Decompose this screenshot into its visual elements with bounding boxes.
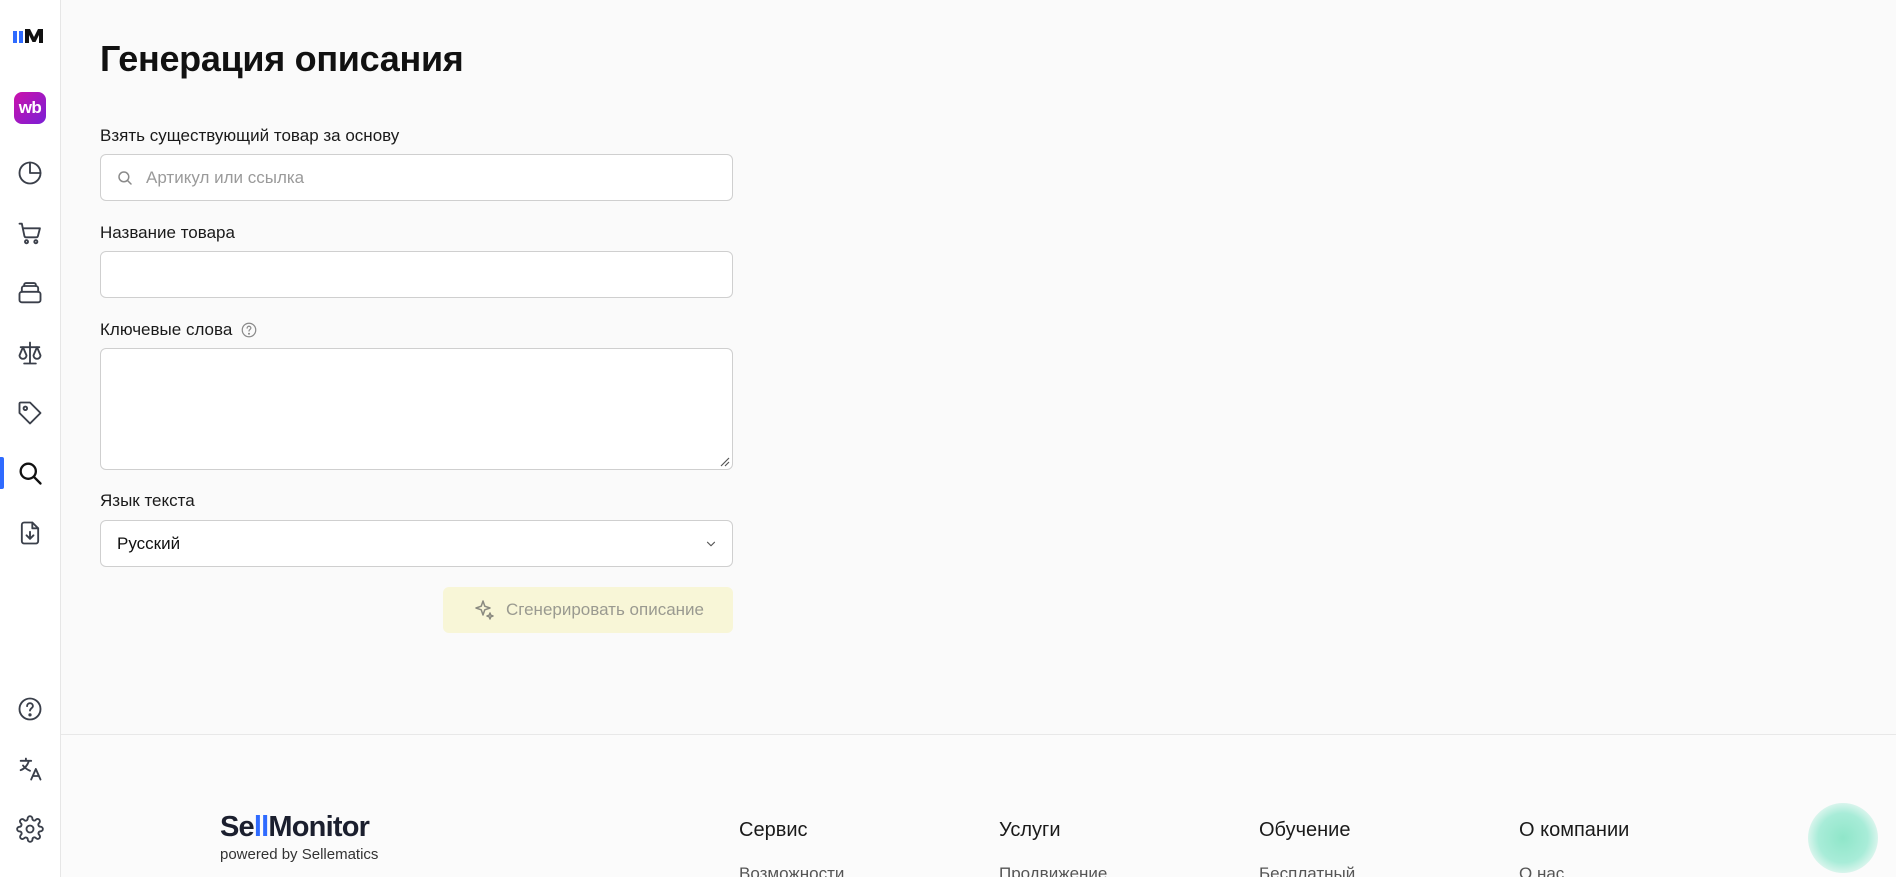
product-name-label-text: Название товара [100,223,235,242]
footer-column-learning: Обучение Бесплатный [1259,819,1355,877]
base-product-label: Взять существующий товар за основу [100,126,399,146]
footer-heading: Обучение [1259,819,1351,841]
keywords-field [100,348,733,470]
language-label: Язык текста [100,491,195,511]
tag-icon[interactable] [0,393,60,433]
base-product-input[interactable] [101,155,732,200]
footer-heading: Услуги [999,819,1061,841]
chevron-down-icon [706,541,716,547]
inventory-icon[interactable] [0,273,60,313]
file-download-icon[interactable] [0,513,60,553]
language-select[interactable]: Русский [100,520,733,567]
keywords-label-text: Ключевые слова [100,320,233,339]
help-circle-icon[interactable] [0,689,60,729]
chat-widget-button[interactable] [1808,803,1878,873]
footer-link[interactable]: О нас [1519,864,1629,877]
keywords-textarea[interactable] [101,349,732,469]
page-title: Генерация описания [100,38,464,79]
language-label-text: Язык текста [100,491,195,510]
base-product-label-text: Взять существующий товар за основу [100,126,400,145]
cart-icon[interactable] [0,213,60,253]
sparkle-icon [475,600,494,620]
base-product-search [100,154,733,201]
scales-icon[interactable] [0,333,60,373]
sellmonitor-wordmark: SellMonitor [220,811,370,843]
wb-badge: wb [14,92,46,124]
search-icon [118,171,132,185]
footer: SellMonitor powered by Sellematics Серви… [61,734,1896,877]
language-selected-value: Русский [117,533,181,553]
footer-logo[interactable]: SellMonitor powered by Sellematics [220,811,379,864]
powered-by-text: powered by Sellematics [220,846,379,863]
footer-heading: Сервис [739,819,808,841]
footer-link[interactable]: Продвижение [999,864,1107,877]
footer-link[interactable]: Бесплатный [1259,864,1355,877]
sidebar: wb [0,0,61,877]
resize-grip-icon[interactable] [718,455,730,467]
footer-link[interactable]: Возможности [739,864,844,877]
help-circle-icon[interactable] [240,321,258,339]
footer-column-services: Услуги Продвижение [999,819,1107,877]
main-content: Генерация описания Взять существующий то… [61,0,1896,734]
generate-description-button[interactable]: Сгенерировать описание [443,587,733,633]
search-icon[interactable] [0,453,60,493]
footer-column-service: Сервис Возможности [739,819,844,877]
product-name-input[interactable] [101,252,732,297]
footer-column-company: О компании О нас [1519,819,1629,877]
gear-icon[interactable] [0,809,60,849]
generate-button-label: Сгенерировать описание [506,600,704,619]
product-name-label: Название товара [100,223,235,243]
footer-heading: О компании [1519,819,1630,841]
product-name-field [100,251,733,298]
sellmonitor-logo-icon[interactable] [0,16,60,56]
keywords-label: Ключевые слова [100,320,258,340]
wb-marketplace-button[interactable]: wb [0,88,60,128]
translate-icon[interactable] [0,749,60,789]
pie-chart-icon[interactable] [0,153,60,193]
